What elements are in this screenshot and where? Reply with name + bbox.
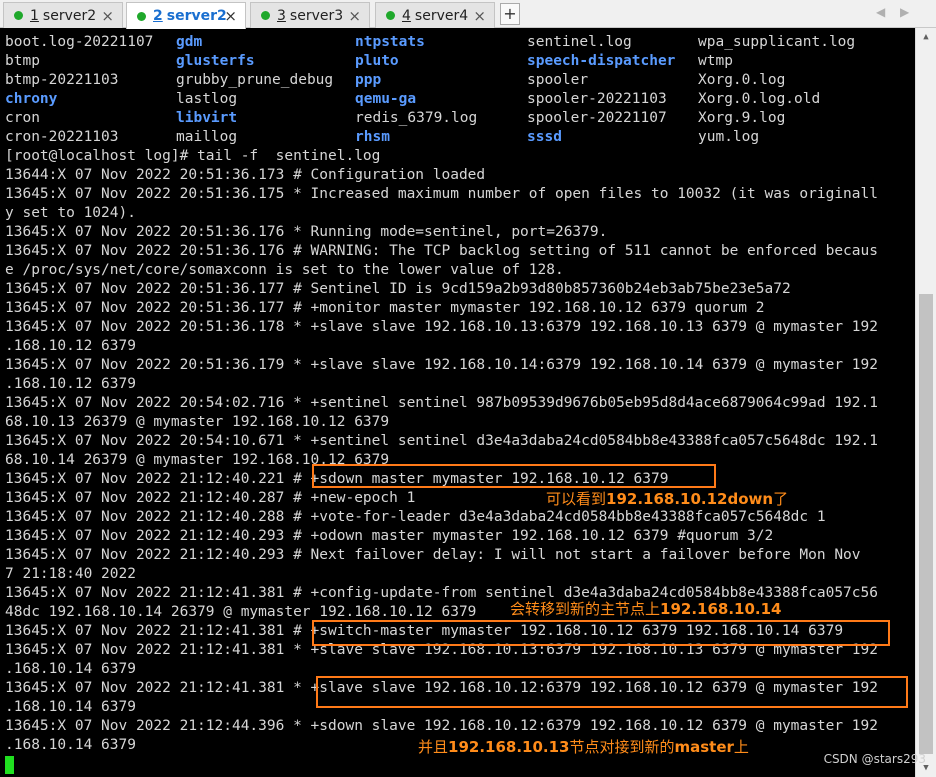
log-line: 13645:X 07 Nov 2022 21:12:40.288 # +vote… bbox=[5, 509, 826, 525]
ls-row: chrony lastlog qemu-ga spooler-20221103 Xorg… bbox=[5, 90, 905, 109]
new-tab-button[interactable]: + bbox=[500, 3, 520, 25]
ls-file-entry: wtmp bbox=[698, 53, 733, 69]
ls-dir-entry: rhsm bbox=[355, 129, 390, 145]
close-icon[interactable]: × bbox=[348, 7, 361, 25]
ls-file-entry: maillog bbox=[176, 129, 238, 145]
ls-file-entry: yum.log bbox=[698, 129, 760, 145]
log-line: .168.10.14 6379 bbox=[5, 737, 136, 753]
ls-row: cron libvirt redis_6379.log spooler-2022110… bbox=[5, 109, 905, 128]
ls-row: btmp-20221103 grubby_prune_debug ppp spoole… bbox=[5, 71, 905, 90]
ls-file-entry: Xorg.0.log.old bbox=[698, 91, 821, 107]
scroll-up-icon[interactable]: ▲ bbox=[916, 28, 936, 46]
log-line: 13645:X 07 Nov 2022 20:51:36.177 # +moni… bbox=[5, 300, 765, 316]
ls-dir-entry: libvirt bbox=[176, 110, 238, 126]
terminal-output[interactable]: boot.log-20221107 gdm ntpstats sentinel.log… bbox=[0, 28, 915, 777]
log-line: 13645:X 07 Nov 2022 20:51:36.176 * Runni… bbox=[5, 224, 608, 240]
ls-file-entry: lastlog bbox=[176, 91, 238, 107]
log-line: 13645:X 07 Nov 2022 21:12:44.396 * +sdow… bbox=[5, 718, 878, 734]
scroll-tabs-left-icon[interactable]: ◀ bbox=[876, 5, 885, 19]
close-icon[interactable]: × bbox=[101, 7, 114, 25]
log-line: 7 21:18:40 2022 bbox=[5, 566, 136, 582]
log-line: 13644:X 07 Nov 2022 20:51:36.173 # Confi… bbox=[5, 167, 486, 183]
ls-file-entry: boot.log-20221107 bbox=[5, 34, 154, 50]
ls-file-entry: btmp-20221103 bbox=[5, 72, 119, 88]
scroll-thumb[interactable] bbox=[919, 294, 933, 754]
close-icon[interactable]: × bbox=[224, 7, 237, 25]
ls-file-entry: spooler-20221107 bbox=[527, 110, 667, 126]
ls-dir-entry: ppp bbox=[355, 72, 382, 88]
ls-dir-entry: glusterfs bbox=[176, 53, 255, 69]
ls-file-entry: wpa_supplicant.log bbox=[698, 34, 856, 50]
highlight-sdown-master bbox=[312, 464, 716, 488]
log-line: 13645:X 07 Nov 2022 20:51:36.176 # WARNI… bbox=[5, 243, 878, 259]
annotation-sdown: 可以看到192.168.10.12down了 bbox=[546, 490, 789, 508]
ls-file-entry: redis_6379.log bbox=[355, 110, 478, 126]
log-line: 13645:X 07 Nov 2022 21:12:40.293 # +odow… bbox=[5, 528, 774, 544]
log-line: 13645:X 07 Nov 2022 20:51:36.178 * +slav… bbox=[5, 319, 878, 335]
ls-row: boot.log-20221107 gdm ntpstats sentinel.log… bbox=[5, 33, 905, 52]
log-line: 13645:X 07 Nov 2022 20:54:02.716 * +sent… bbox=[5, 395, 878, 411]
ls-dir-entry: qemu-ga bbox=[355, 91, 417, 107]
ls-dir-entry: ntpstats bbox=[355, 34, 425, 50]
log-line: 68.10.13 26379 @ mymaster 192.168.10.12 … bbox=[5, 414, 390, 430]
tab-bar: 1 server2 × 2 server2 × 3 server3 × 4 se… bbox=[0, 0, 936, 29]
log-line: .168.10.12 6379 bbox=[5, 338, 136, 354]
highlight-switch-master bbox=[312, 620, 890, 646]
ls-dir-entry: sssd bbox=[527, 129, 562, 145]
log-line: .168.10.14 6379 bbox=[5, 661, 136, 677]
status-dot-icon bbox=[386, 11, 395, 20]
close-icon[interactable]: × bbox=[473, 7, 486, 25]
ls-file-entry: Xorg.0.log bbox=[698, 72, 786, 88]
ls-row: btmp glusterfs pluto speech-dispatcher wtmp bbox=[5, 52, 905, 71]
highlight-slave-12 bbox=[316, 676, 908, 708]
ls-file-entry: btmp bbox=[5, 53, 40, 69]
log-line: .168.10.14 6379 bbox=[5, 699, 136, 715]
scroll-tabs-right-icon[interactable]: ▶ bbox=[900, 5, 909, 19]
ls-row: cron-20221103 maillog rhsm sssd yum.log bbox=[5, 128, 905, 147]
ls-file-entry: Xorg.9.log bbox=[698, 110, 786, 126]
ls-dir-entry: chrony bbox=[5, 91, 58, 107]
log-line: .168.10.12 6379 bbox=[5, 376, 136, 392]
log-line: 13645:X 07 Nov 2022 20:51:36.177 # Senti… bbox=[5, 281, 791, 297]
log-line: 13645:X 07 Nov 2022 20:51:36.175 * Incre… bbox=[5, 186, 878, 202]
vertical-scrollbar[interactable]: ▲ ▼ bbox=[915, 28, 936, 777]
log-line: [root@localhost log]# tail -f sentinel.l… bbox=[5, 148, 381, 164]
status-dot-icon bbox=[261, 11, 270, 20]
log-line: 13645:X 07 Nov 2022 21:12:40.287 # +new-… bbox=[5, 490, 416, 506]
ls-dir-entry: gdm bbox=[176, 34, 203, 50]
tab-server3[interactable]: 3 server3 × bbox=[250, 2, 370, 28]
annotation-switch: 会转移到新的主节点上192.168.10.14 bbox=[510, 600, 782, 618]
log-line: e /proc/sys/net/core/somaxconn is set to… bbox=[5, 262, 564, 278]
ls-file-entry: cron-20221103 bbox=[5, 129, 119, 145]
ls-file-entry: spooler-20221103 bbox=[527, 91, 667, 107]
status-dot-icon bbox=[137, 11, 146, 21]
ls-file-entry: cron bbox=[5, 110, 40, 126]
ls-file-entry: grubby_prune_debug bbox=[176, 72, 334, 88]
watermark: CSDN @stars293 bbox=[823, 752, 926, 766]
log-line: 13645:X 07 Nov 2022 21:12:40.293 # Next … bbox=[5, 547, 861, 563]
ls-dir-entry: speech-dispatcher bbox=[527, 53, 676, 69]
annotation-slave: 并且192.168.10.13节点对接到新的master上 bbox=[418, 738, 749, 756]
tab-server2-2[interactable]: 2 server2 × bbox=[126, 2, 246, 29]
tab-server2-1[interactable]: 1 server2 × bbox=[3, 2, 123, 28]
ls-file-entry: sentinel.log bbox=[527, 34, 632, 50]
terminal-cursor bbox=[5, 756, 14, 774]
log-line: 13645:X 07 Nov 2022 20:54:10.671 * +sent… bbox=[5, 433, 878, 449]
ls-file-entry: spooler bbox=[527, 72, 589, 88]
tab-server4[interactable]: 4 server4 × bbox=[375, 2, 495, 28]
log-line: y set to 1024). bbox=[5, 205, 136, 221]
ls-dir-entry: pluto bbox=[355, 53, 399, 69]
status-dot-icon bbox=[14, 11, 23, 20]
log-line: 13645:X 07 Nov 2022 20:51:36.179 * +slav… bbox=[5, 357, 878, 373]
